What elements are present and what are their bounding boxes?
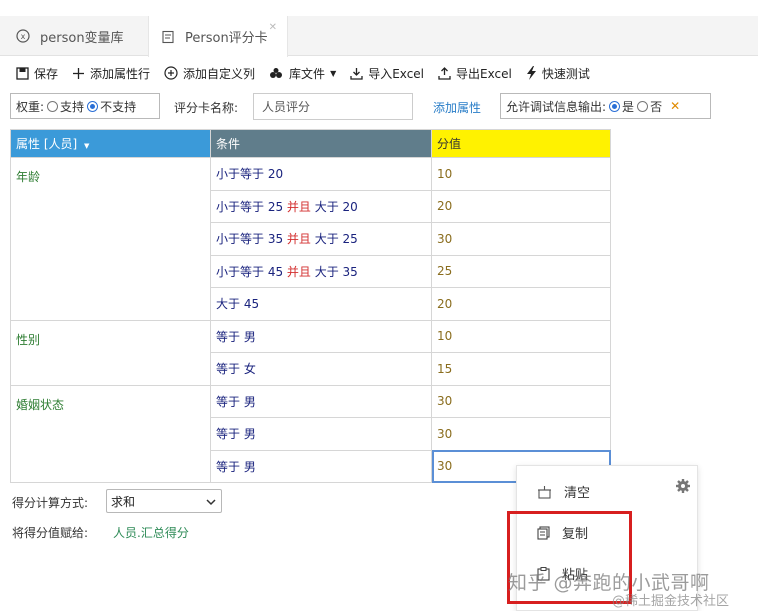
caret-down-icon: ▼ — [84, 142, 90, 150]
tab-label: person变量库 — [40, 30, 124, 46]
attribute-cell[interactable]: 性别 — [10, 319, 211, 386]
clear-icon — [537, 485, 552, 499]
condition-text: 等于 女 — [216, 362, 256, 377]
tab-person-variable-lib[interactable]: x person变量库 — [0, 16, 148, 56]
tab-person-scorecard[interactable]: Person评分卡 ✕ — [148, 16, 288, 57]
weight-support-radio[interactable] — [47, 100, 59, 112]
score-cell[interactable]: 30 — [431, 384, 611, 418]
condition-text: 大于 35 — [310, 264, 358, 279]
upload-icon — [438, 66, 451, 80]
condition-text: 等于 男 — [216, 394, 256, 409]
condition-cell[interactable]: 小于等于 35 并且 大于 25 — [210, 222, 432, 256]
table-row: 年龄 小于等于 20 10 — [10, 157, 611, 321]
svg-text:x: x — [21, 32, 26, 41]
attribute-cell[interactable]: 婚姻状态 — [10, 384, 211, 483]
download-icon — [350, 67, 363, 80]
weight-setting: 权重: 支持 不支持 — [10, 93, 160, 119]
condition-text: 小于等于 25 — [216, 199, 287, 214]
add-custom-column-button[interactable]: 添加自定义列 — [164, 65, 255, 82]
score-cell[interactable]: 10 — [431, 157, 611, 191]
score-cell[interactable]: 30 — [431, 417, 611, 451]
chevron-down-icon — [206, 496, 216, 510]
close-icon[interactable]: ✕ — [670, 99, 680, 113]
score-cell[interactable]: 20 — [431, 189, 611, 223]
condition-cell[interactable]: 等于 男 — [210, 449, 432, 483]
calc-method-select[interactable]: 求和 — [106, 489, 222, 513]
library-icon — [269, 67, 284, 80]
tab-bar: x person变量库 Person评分卡 ✕ — [0, 16, 758, 57]
import-excel-button[interactable]: 导入Excel — [350, 65, 424, 82]
quick-test-button[interactable]: 快速测试 — [526, 65, 590, 82]
toolbar: 保存 添加属性行 添加自定义列 库文件 ▼ 导入Excel 导出Excel 快速… — [0, 57, 758, 89]
debug-output-setting: 允许调试信息输出: 是 否 ✕ — [500, 93, 711, 119]
card-name-input[interactable]: 人员评分 — [253, 93, 413, 120]
condition-cell[interactable]: 等于 男 — [210, 384, 432, 418]
condition-cell[interactable]: 等于 男 — [210, 319, 432, 353]
condition-cell[interactable]: 等于 女 — [210, 352, 432, 386]
settings-row: 权重: 支持 不支持 评分卡名称: 人员评分 添加属性 允许调试信息输出: 是 … — [0, 92, 758, 122]
condition-text: 大于 45 — [216, 297, 260, 312]
close-icon[interactable]: ✕ — [269, 22, 277, 33]
condition-text: 等于 男 — [216, 329, 256, 344]
watermark-juejin: @稀土掘金技术社区 — [612, 594, 730, 609]
save-button[interactable]: 保存 — [16, 65, 58, 82]
save-icon — [16, 66, 29, 80]
condition-text: 小于等于 35 — [216, 232, 287, 247]
assign-score-label: 将得分值赋给: — [12, 526, 89, 540]
calc-method-label: 得分计算方式: — [12, 496, 89, 510]
condition-cell[interactable]: 小于等于 45 并且 大于 35 — [210, 254, 432, 288]
and-keyword: 并且 — [286, 199, 311, 214]
add-attribute-link[interactable]: 添加属性 — [433, 99, 481, 116]
card-name-label: 评分卡名称: — [174, 101, 239, 115]
table-row: 性别 等于 男 10 — [10, 319, 611, 386]
debug-yes-radio[interactable] — [609, 100, 621, 112]
condition-cell[interactable]: 小于等于 25 并且 大于 20 — [210, 189, 432, 223]
condition-cell[interactable]: 等于 男 — [210, 417, 432, 451]
condition-cell[interactable]: 大于 45 — [210, 287, 432, 321]
condition-text: 小于等于 20 — [216, 167, 284, 182]
score-cell[interactable]: 15 — [431, 352, 611, 386]
condition-text: 等于 男 — [216, 459, 256, 474]
score-column-header: 分值 — [431, 129, 611, 158]
score-cell[interactable]: 20 — [431, 287, 611, 321]
condition-text: 等于 男 — [216, 427, 256, 442]
assign-score-target[interactable]: 人员.汇总得分 — [113, 524, 189, 541]
gear-icon[interactable] — [675, 478, 691, 497]
scorecard-table: 属性 [人员] ▼ 条件 分值 年龄 小于等于 20 10 小于等于 25 并且 大于… — [10, 129, 611, 483]
score-cell[interactable]: 25 — [431, 254, 611, 288]
scorecard-icon — [161, 30, 175, 44]
attribute-cell[interactable]: 年龄 — [10, 157, 211, 321]
menu-item-clear[interactable]: 清空 — [537, 482, 590, 501]
plus-icon — [72, 67, 85, 80]
and-keyword: 并且 — [286, 264, 311, 279]
table-row: 婚姻状态 等于 男 30 — [10, 384, 611, 483]
variable-icon: x — [16, 29, 30, 43]
condition-cell[interactable]: 小于等于 20 — [210, 157, 432, 191]
score-cell[interactable]: 30 — [431, 222, 611, 256]
condition-text: 大于 20 — [310, 199, 358, 214]
and-keyword: 并且 — [286, 232, 311, 247]
table-body: 年龄 小于等于 20 10 小于等于 25 并且 大于 20 20 小于等于 35 并且 … — [10, 157, 611, 483]
tab-label: Person评分卡 — [185, 31, 268, 46]
caret-down-icon: ▼ — [330, 68, 337, 78]
export-excel-button[interactable]: 导出Excel — [438, 65, 512, 82]
library-file-dropdown[interactable]: 库文件 ▼ — [269, 65, 336, 82]
score-cell[interactable]: 10 — [431, 319, 611, 353]
lightning-icon — [526, 66, 537, 80]
weight-not-support-radio[interactable] — [87, 100, 99, 112]
plus-circle-icon — [164, 66, 178, 80]
debug-no-radio[interactable] — [637, 100, 649, 112]
condition-text: 小于等于 45 — [216, 264, 287, 279]
condition-column-header: 条件 — [210, 129, 432, 158]
attribute-column-header[interactable]: 属性 [人员] ▼ — [10, 129, 211, 158]
add-attribute-row-button[interactable]: 添加属性行 — [72, 65, 150, 82]
condition-text: 大于 25 — [310, 232, 358, 247]
